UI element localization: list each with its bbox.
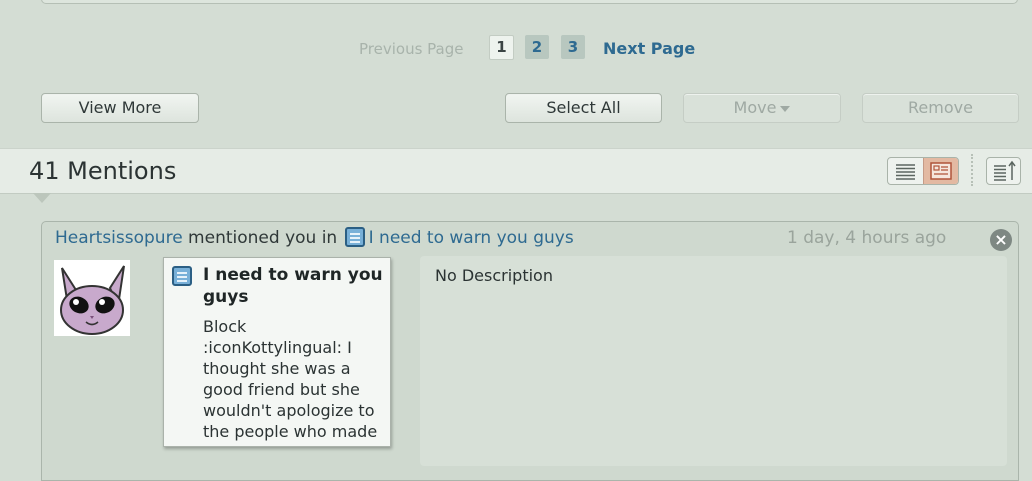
- mentions-header: 41 Mentions: [0, 148, 1032, 194]
- select-all-button[interactable]: Select All: [505, 93, 662, 123]
- mention-item: Heartsissopure mentioned you in I need t…: [41, 221, 1019, 481]
- mention-header: Heartsissopure mentioned you in I need t…: [55, 227, 574, 248]
- mentions-title: 41 Mentions: [29, 157, 177, 185]
- mention-timestamp: 1 day, 4 hours ago: [787, 228, 947, 248]
- caret-down-icon: [780, 105, 791, 112]
- move-button[interactable]: Move: [683, 93, 841, 123]
- sort-button[interactable]: [986, 157, 1021, 185]
- deviation-card-title: I need to warn you guys: [203, 265, 383, 307]
- page-3[interactable]: 3: [561, 35, 585, 59]
- sort-icon: [994, 160, 1016, 181]
- card-pointer: [33, 193, 51, 203]
- description-text: No Description: [435, 266, 553, 285]
- move-label: Move: [733, 98, 777, 117]
- page-1: 1: [489, 35, 514, 60]
- select-all-label: Select All: [546, 98, 621, 117]
- previous-page-link: Previous Page: [359, 40, 464, 58]
- remove-label: Remove: [908, 98, 973, 117]
- close-icon[interactable]: ×: [990, 229, 1012, 251]
- remove-button[interactable]: Remove: [862, 93, 1019, 123]
- doc-icon: [344, 227, 365, 247]
- list-view-icon[interactable]: [888, 158, 923, 184]
- toolbar-separator: [971, 154, 975, 186]
- view-more-label: View More: [78, 98, 162, 117]
- description-box: No Description: [420, 256, 1007, 466]
- mention-user-link[interactable]: Heartsissopure: [55, 228, 183, 248]
- mention-verb: mentioned you in: [182, 228, 343, 248]
- deviation-card-excerpt: Block :iconKottylingual: I thought she w…: [203, 317, 378, 446]
- avatar[interactable]: [54, 260, 130, 336]
- deviation-thumbnail-card[interactable]: I need to warn you guys Block :iconKotty…: [163, 257, 391, 447]
- view-toggle: [887, 157, 959, 185]
- doc-icon: [172, 266, 192, 286]
- thumb-view-icon[interactable]: [923, 158, 958, 184]
- next-page-link[interactable]: Next Page: [603, 39, 695, 58]
- previous-panel-edge: [41, 0, 1018, 4]
- view-more-button[interactable]: View More: [41, 93, 199, 123]
- pagination: Previous Page 1 2 3 Next Page: [0, 35, 1032, 61]
- page-2[interactable]: 2: [525, 35, 549, 59]
- deviation-link[interactable]: I need to warn you guys: [369, 228, 574, 248]
